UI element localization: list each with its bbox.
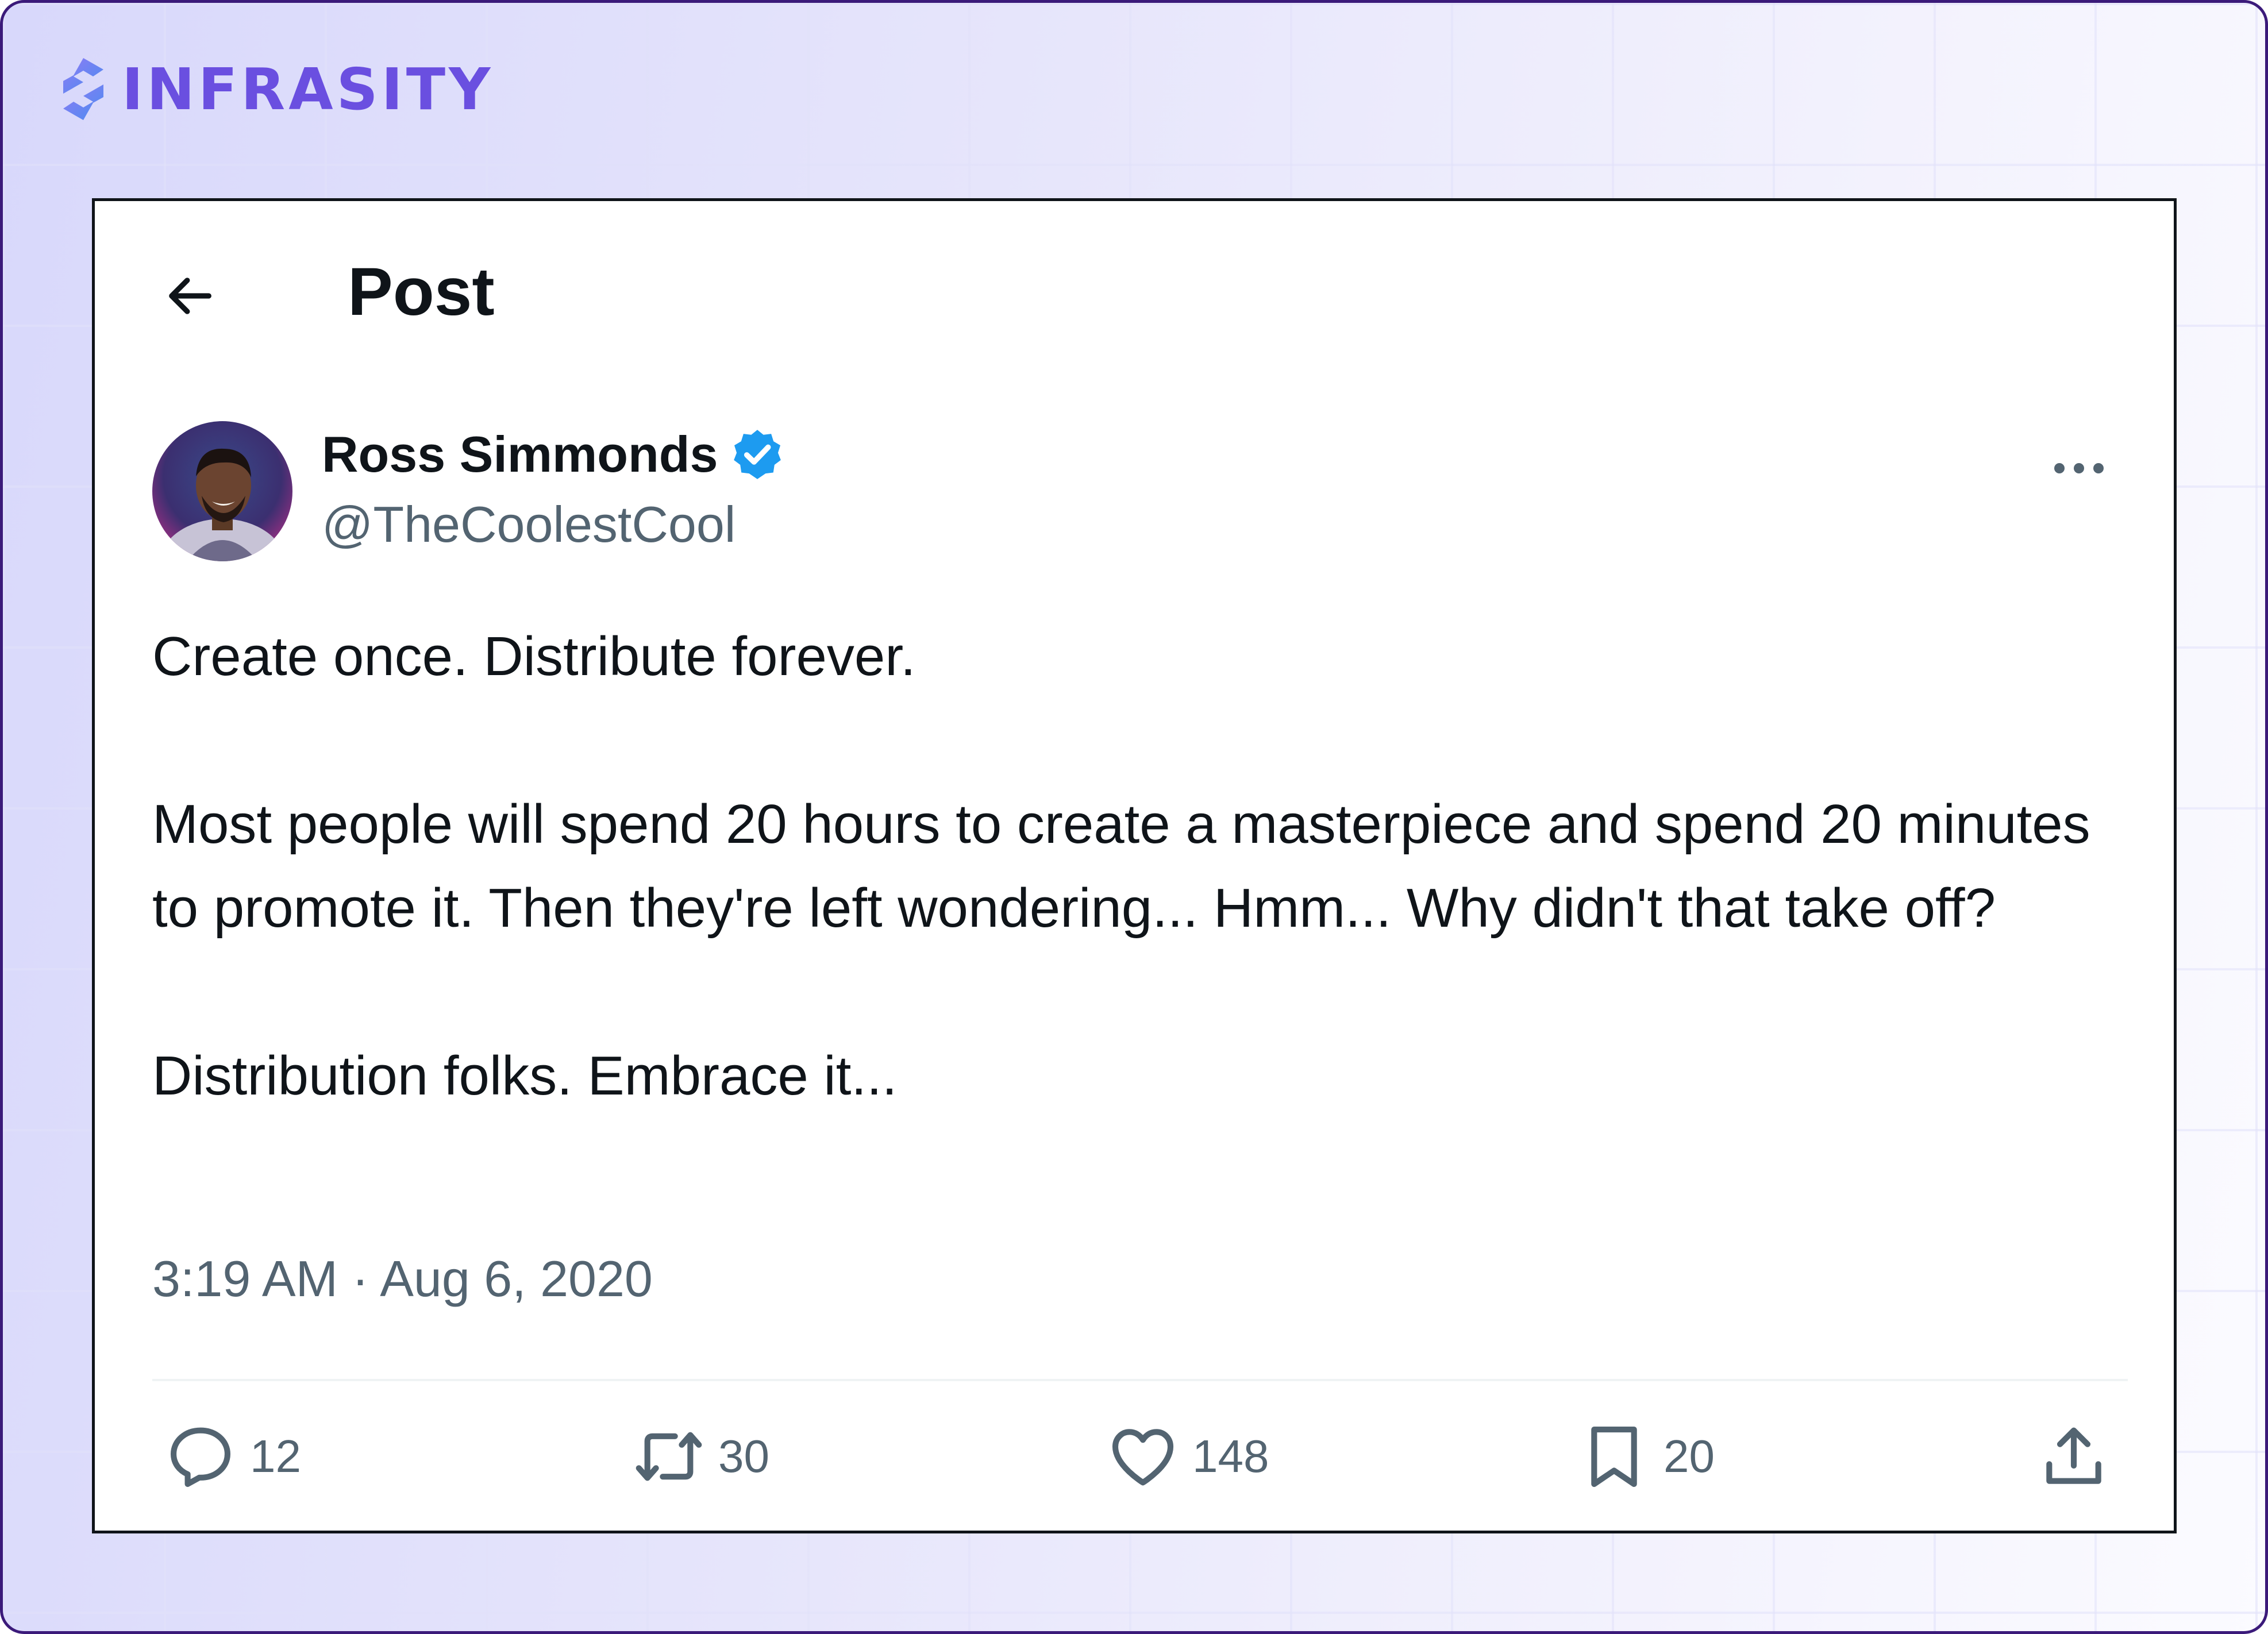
- post-card: Post Ross Simmonds @TheCoolestCool Creat…: [92, 198, 2177, 1533]
- post-body: Create once. Distribute forever. Most pe…: [152, 615, 2117, 1118]
- more-horizontal-icon: [2054, 463, 2104, 473]
- divider: [152, 1379, 2128, 1381]
- arrow-left-icon: [169, 278, 211, 314]
- author-handle[interactable]: @TheCoolestCool: [322, 495, 785, 554]
- repost-button[interactable]: 30: [632, 1413, 769, 1500]
- profile-photo: [152, 421, 292, 561]
- bookmark-icon: [1591, 1427, 1637, 1487]
- page-title: Post: [348, 254, 495, 330]
- bookmark-button[interactable]: 20: [1577, 1413, 1715, 1500]
- repost-icon: [636, 1432, 702, 1481]
- repost-count: 30: [718, 1431, 769, 1482]
- author-info: Ross Simmonds @TheCoolestCool: [322, 425, 785, 554]
- brand-name: INFRASITY: [122, 55, 494, 123]
- verified-badge-icon[interactable]: [729, 426, 785, 483]
- heart-icon: [1112, 1429, 1174, 1486]
- share-button[interactable]: [2037, 1413, 2111, 1500]
- canvas-frame: INFRASITY Post Ross Simmonds @TheCoolest…: [0, 0, 2268, 1634]
- post-header: Post: [95, 201, 2174, 379]
- infrasity-logo-icon: [63, 58, 103, 120]
- author-display-name[interactable]: Ross Simmonds: [322, 425, 718, 484]
- reply-count: 12: [250, 1431, 301, 1482]
- reply-icon: [171, 1427, 230, 1487]
- bookmark-count: 20: [1664, 1431, 1715, 1482]
- post-paragraph: Distribution folks. Embrace it...: [152, 1045, 898, 1107]
- like-count: 148: [1192, 1431, 1269, 1482]
- post-paragraph: Create once. Distribute forever.: [152, 626, 916, 687]
- brand-logo: INFRASITY: [57, 55, 494, 124]
- avatar[interactable]: [152, 421, 292, 561]
- post-paragraph: Most people will spend 20 hours to creat…: [152, 793, 2090, 939]
- share-icon: [2046, 1427, 2101, 1484]
- reply-button[interactable]: 12: [164, 1413, 301, 1500]
- post-timestamp[interactable]: 3:19 AM · Aug 6, 2020: [152, 1250, 653, 1308]
- more-options-button[interactable]: [2039, 437, 2119, 500]
- back-button[interactable]: [152, 259, 227, 333]
- like-button[interactable]: 148: [1106, 1413, 1269, 1500]
- author-name-row: Ross Simmonds: [322, 425, 785, 484]
- action-bar: 12 30 148 20: [95, 1413, 2174, 1500]
